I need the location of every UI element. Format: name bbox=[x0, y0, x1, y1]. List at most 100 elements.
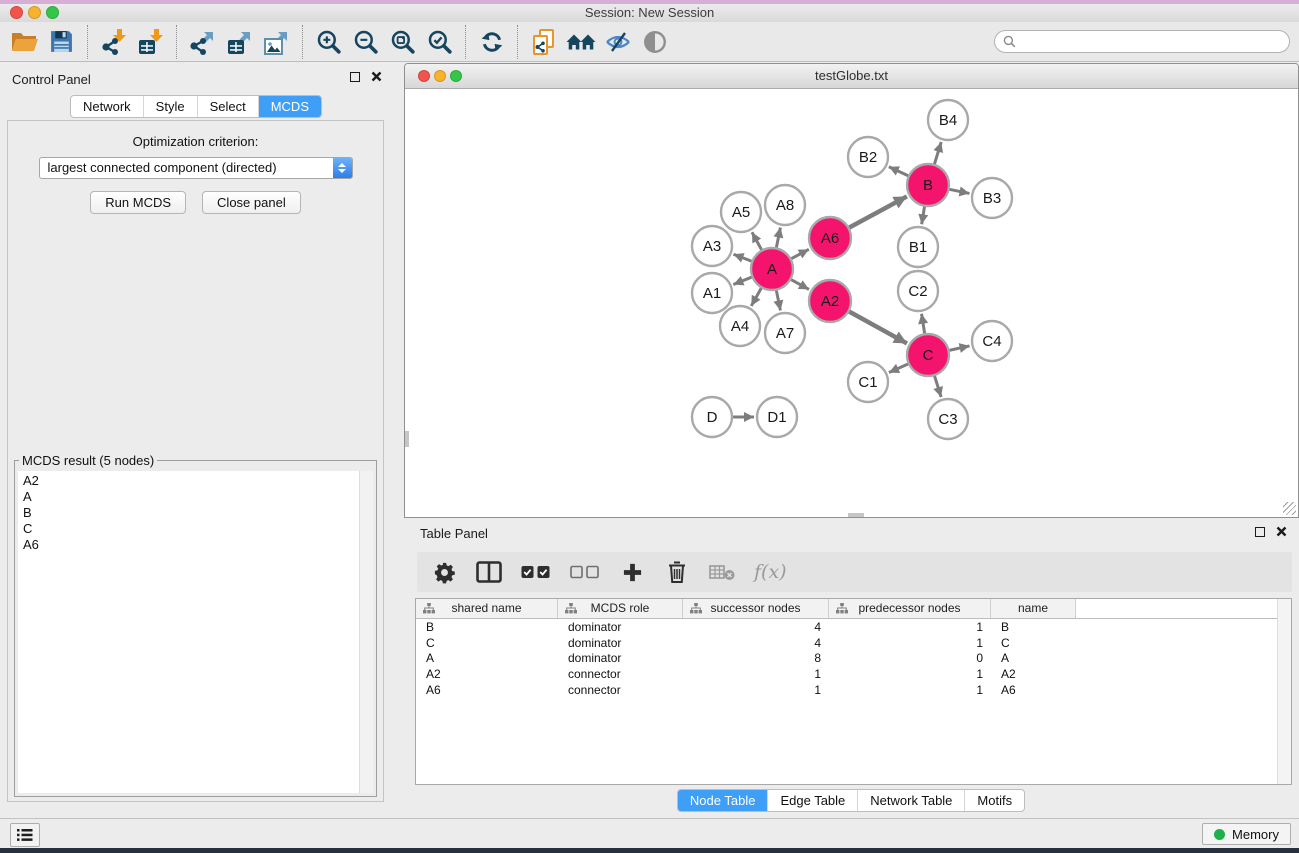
main-titlebar[interactable]: Session: New Session bbox=[0, 4, 1299, 22]
columns-button[interactable] bbox=[476, 561, 502, 583]
graph-node-D[interactable]: D bbox=[692, 397, 732, 437]
graph-node-A3[interactable]: A3 bbox=[692, 226, 732, 266]
zoom-fit-button[interactable] bbox=[384, 25, 421, 59]
duplicate-network-button[interactable] bbox=[525, 25, 562, 59]
tab-edge-table[interactable]: Edge Table bbox=[767, 790, 857, 811]
tab-network-table[interactable]: Network Table bbox=[857, 790, 964, 811]
graph-node-C3[interactable]: C3 bbox=[928, 399, 968, 439]
table-row[interactable]: A6connector11A6 bbox=[416, 682, 1291, 698]
zoom-out-button[interactable] bbox=[347, 25, 384, 59]
tab-style[interactable]: Style bbox=[143, 96, 197, 117]
table-row[interactable]: Adominator80A bbox=[416, 650, 1291, 666]
graph-edge-C-C2[interactable] bbox=[922, 314, 925, 335]
network-minimize-button[interactable] bbox=[434, 70, 446, 82]
result-list-scrollbar[interactable] bbox=[359, 471, 373, 793]
export-network-button[interactable] bbox=[184, 25, 221, 59]
graph-edge-C-C1[interactable] bbox=[889, 364, 909, 373]
close-panel-icon[interactable] bbox=[371, 71, 382, 82]
graph-edge-A-A1[interactable] bbox=[733, 277, 752, 285]
result-list-item[interactable]: C bbox=[23, 521, 373, 537]
graph-node-C4[interactable]: C4 bbox=[972, 321, 1012, 361]
column-header-mcds-role[interactable]: MCDS role bbox=[558, 599, 683, 618]
graph-edge-A-A5[interactable] bbox=[752, 232, 762, 250]
graph-node-A8[interactable]: A8 bbox=[765, 185, 805, 225]
search-input[interactable] bbox=[994, 30, 1290, 53]
column-header-predecessor-nodes[interactable]: predecessor nodes bbox=[829, 599, 991, 618]
graph-node-B1[interactable]: B1 bbox=[898, 227, 938, 267]
network-canvas[interactable]: AA1A2A3A4A5A6A7A8BB1B2B3B4CC1C2C3C4DD1 bbox=[405, 88, 1298, 517]
graph-edge-A2-C[interactable] bbox=[848, 311, 907, 343]
graph-edge-B-B2[interactable] bbox=[889, 167, 909, 176]
node-table[interactable]: shared nameMCDS rolesuccessor nodesprede… bbox=[415, 598, 1292, 785]
memory-button[interactable]: Memory bbox=[1202, 823, 1291, 845]
graph-node-C2[interactable]: C2 bbox=[898, 271, 938, 311]
graph-node-C1[interactable]: C1 bbox=[848, 362, 888, 402]
show-graphics-button[interactable] bbox=[636, 25, 673, 59]
close-panel-icon[interactable] bbox=[1276, 526, 1287, 537]
graph-edge-C-C4[interactable] bbox=[949, 346, 970, 351]
column-header-name[interactable]: name bbox=[991, 599, 1076, 618]
open-home-button[interactable] bbox=[562, 25, 599, 59]
hide-graphics-button[interactable] bbox=[599, 25, 636, 59]
graph-edge-A-A7[interactable] bbox=[776, 290, 780, 311]
graph-edge-A-A2[interactable] bbox=[790, 279, 809, 289]
result-list-item[interactable]: A bbox=[23, 489, 373, 505]
graph-edge-A6-B[interactable] bbox=[848, 196, 906, 228]
float-panel-icon[interactable] bbox=[350, 72, 360, 82]
mcds-result-list[interactable]: A2ABCA6 bbox=[18, 471, 373, 793]
graph-node-B[interactable]: B bbox=[907, 164, 949, 206]
network-graph-svg[interactable]: AA1A2A3A4A5A6A7A8BB1B2B3B4CC1C2C3C4DD1 bbox=[405, 88, 1298, 517]
graph-node-A6[interactable]: A6 bbox=[809, 217, 851, 259]
table-scrollbar[interactable] bbox=[1277, 599, 1291, 784]
canvas-vertical-scroll-thumb[interactable] bbox=[405, 431, 409, 447]
graph-node-A5[interactable]: A5 bbox=[721, 192, 761, 232]
graph-node-A7[interactable]: A7 bbox=[765, 313, 805, 353]
zoom-in-button[interactable] bbox=[310, 25, 347, 59]
tab-network[interactable]: Network bbox=[71, 96, 143, 117]
tab-motifs[interactable]: Motifs bbox=[964, 790, 1024, 811]
graph-node-D1[interactable]: D1 bbox=[757, 397, 797, 437]
graph-node-A[interactable]: A bbox=[751, 248, 793, 290]
import-network-button[interactable] bbox=[95, 25, 132, 59]
graph-edge-A-A3[interactable] bbox=[733, 254, 752, 261]
close-window-button[interactable] bbox=[10, 6, 23, 19]
import-table-button[interactable] bbox=[132, 25, 169, 59]
graph-node-A2[interactable]: A2 bbox=[809, 280, 851, 322]
canvas-horizontal-scroll-thumb[interactable] bbox=[848, 513, 864, 517]
criterion-dropdown[interactable]: largest connected component (directed) bbox=[39, 157, 353, 179]
graph-node-C[interactable]: C bbox=[907, 334, 949, 376]
apply-layout-button[interactable] bbox=[473, 25, 510, 59]
graph-edge-A-A4[interactable] bbox=[751, 287, 761, 306]
table-row[interactable]: A2connector11A2 bbox=[416, 666, 1291, 682]
table-row[interactable]: Cdominator41C bbox=[416, 635, 1291, 651]
task-history-button[interactable] bbox=[10, 823, 40, 847]
tab-node-table[interactable]: Node Table bbox=[678, 790, 768, 811]
table-settings-button[interactable] bbox=[431, 561, 457, 584]
graph-edge-B-B4[interactable] bbox=[934, 142, 941, 165]
column-header-shared-name[interactable]: shared name bbox=[416, 599, 558, 618]
float-panel-icon[interactable] bbox=[1255, 527, 1265, 537]
delete-column-button[interactable] bbox=[664, 560, 690, 584]
apply-function-button[interactable]: f(x) bbox=[754, 561, 787, 583]
save-session-button[interactable] bbox=[43, 25, 80, 59]
network-maximize-button[interactable] bbox=[450, 70, 462, 82]
tab-select[interactable]: Select bbox=[197, 96, 258, 117]
graph-node-B4[interactable]: B4 bbox=[928, 100, 968, 140]
graph-node-B2[interactable]: B2 bbox=[848, 137, 888, 177]
result-list-item[interactable]: A2 bbox=[23, 473, 373, 489]
graph-edge-B-B1[interactable] bbox=[922, 206, 925, 225]
result-list-item[interactable]: A6 bbox=[23, 537, 373, 553]
result-list-item[interactable]: B bbox=[23, 505, 373, 521]
graph-edge-A-A6[interactable] bbox=[791, 249, 809, 259]
run-mcds-button[interactable]: Run MCDS bbox=[90, 191, 186, 214]
export-table-button[interactable] bbox=[221, 25, 258, 59]
maximize-window-button[interactable] bbox=[46, 6, 59, 19]
deselect-all-button[interactable] bbox=[570, 565, 600, 579]
zoom-selected-button[interactable] bbox=[421, 25, 458, 59]
window-resize-grip[interactable] bbox=[1283, 502, 1296, 515]
export-image-button[interactable] bbox=[258, 25, 295, 59]
open-session-button[interactable] bbox=[6, 25, 43, 59]
graph-edge-A-A8[interactable] bbox=[776, 228, 780, 249]
close-panel-button[interactable]: Close panel bbox=[202, 191, 301, 214]
add-column-button[interactable] bbox=[619, 562, 645, 583]
